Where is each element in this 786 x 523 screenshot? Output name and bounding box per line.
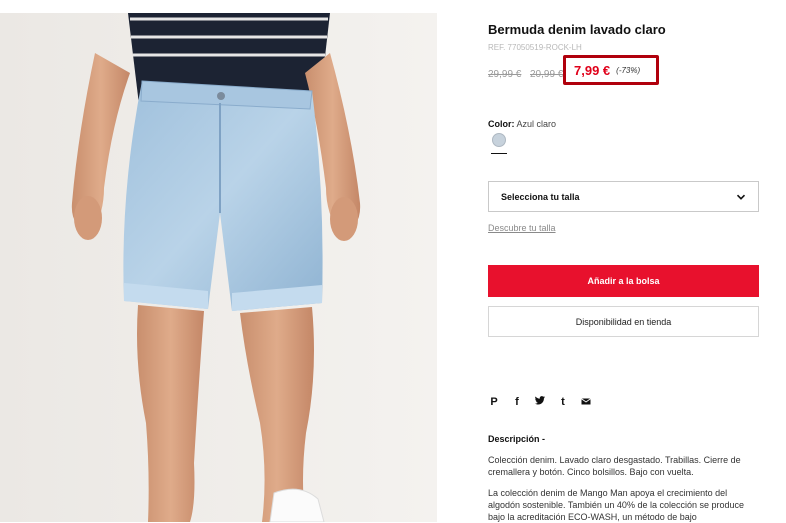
product-title: Bermuda denim lavado claro bbox=[488, 22, 666, 37]
color-swatch-light-blue[interactable] bbox=[492, 133, 506, 147]
description-title: Descripción - bbox=[488, 434, 546, 444]
original-price: 29,99 € bbox=[488, 69, 522, 80]
current-price: 7,99 € bbox=[574, 62, 611, 78]
chevron-down-icon bbox=[736, 194, 746, 200]
twitter-icon[interactable] bbox=[535, 396, 545, 408]
description-paragraph: La colección denim de Mango Man apoya el… bbox=[488, 488, 745, 522]
product-reference: REF. 77050519-ROCK-LH bbox=[488, 43, 582, 52]
envelope-glyph bbox=[581, 398, 591, 405]
current-price-highlight: 7,99 € (-73%) bbox=[563, 55, 659, 85]
add-to-bag-button[interactable]: Añadir a la bolsa bbox=[488, 265, 759, 297]
size-select[interactable]: Selecciona tu talla bbox=[488, 181, 759, 212]
color-value: Azul claro bbox=[516, 119, 557, 129]
store-availability-button[interactable]: Disponibilidad en tienda bbox=[488, 306, 759, 337]
twitter-bird-glyph bbox=[535, 396, 545, 405]
pinterest-icon[interactable]: P bbox=[489, 396, 499, 408]
description-paragraph: Colección denim. Lavado claro desgastado… bbox=[488, 455, 741, 477]
tumblr-icon[interactable]: t bbox=[558, 396, 568, 408]
color-label: Color: bbox=[488, 119, 515, 129]
discount-badge: (-73%) bbox=[616, 65, 641, 75]
color-info: Color: Azul claro bbox=[488, 119, 556, 129]
size-guide-link[interactable]: Descubre tu talla bbox=[488, 223, 556, 233]
size-select-label: Selecciona tu talla bbox=[501, 191, 580, 202]
share-icons: P f t bbox=[489, 396, 591, 408]
mail-icon[interactable] bbox=[581, 396, 591, 408]
selected-swatch-indicator bbox=[491, 153, 507, 154]
product-photo-illustration bbox=[0, 13, 437, 522]
facebook-icon[interactable]: f bbox=[512, 396, 522, 408]
product-image[interactable] bbox=[0, 13, 437, 522]
previous-price: 20,99 € bbox=[530, 69, 564, 80]
